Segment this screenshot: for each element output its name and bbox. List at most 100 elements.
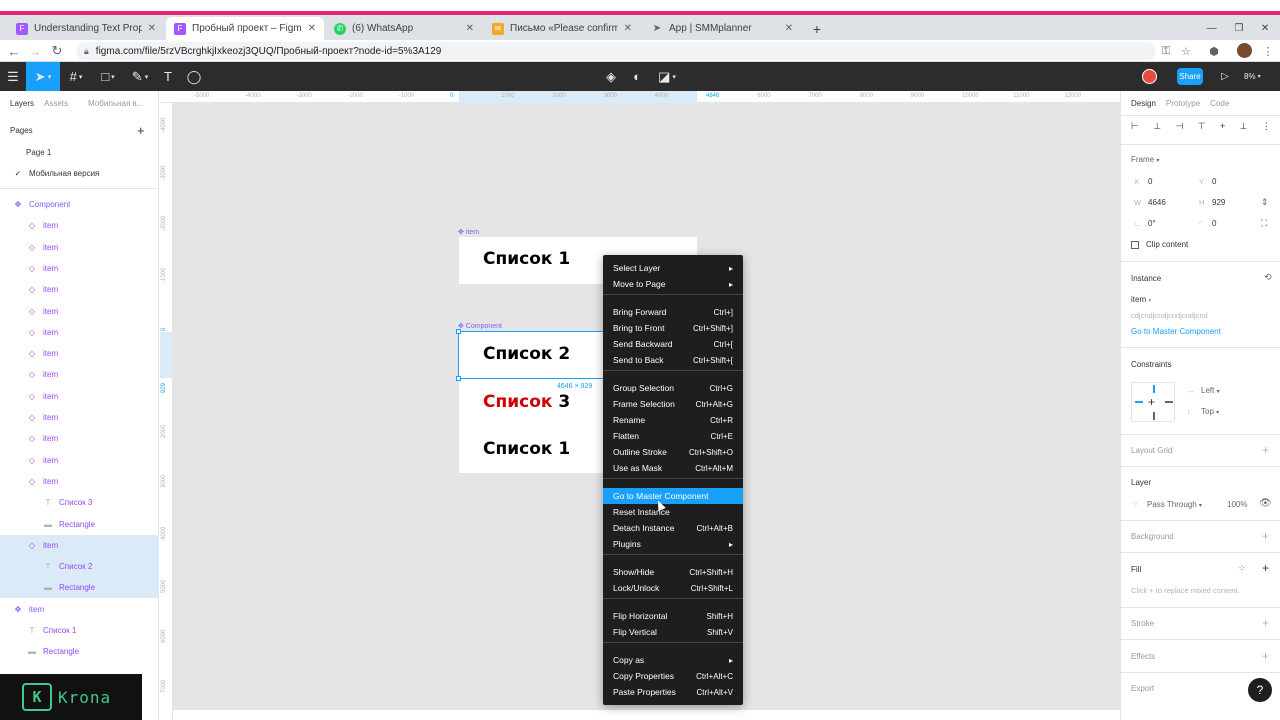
constraint-vertical-select[interactable]: Top ▾ (1201, 407, 1219, 416)
add-effect-button[interactable]: + (1262, 649, 1269, 663)
instance-select[interactable]: item ▾ (1131, 295, 1151, 304)
key-icon[interactable]: ⚿ (1158, 43, 1174, 59)
blend-mode-select[interactable]: Pass Through ▾ (1147, 500, 1202, 509)
browser-tab-mail[interactable]: ✉ Письмо «Please confirm your e ✕ (484, 17, 640, 40)
constraints-widget[interactable]: + (1131, 382, 1175, 422)
menu-item-send-to-back[interactable]: Send to Back Ctrl+Shift+[ (603, 352, 743, 368)
component-tool-icon[interactable]: ◈ (602, 62, 620, 91)
close-icon[interactable]: ✕ (466, 23, 474, 34)
frame-label[interactable]: Frame ▾ (1131, 155, 1159, 164)
align-top-icon[interactable]: ⊤ (1198, 121, 1206, 132)
frame-title-component[interactable]: ✥ Component (458, 322, 502, 330)
distribute-icon[interactable]: ⋮ (1262, 121, 1271, 132)
menu-item-use-as-mask[interactable]: Use as Mask Ctrl+Alt+M (603, 460, 743, 476)
layer-row[interactable]: ◇ item (0, 215, 159, 236)
close-icon[interactable]: ✕ (148, 23, 156, 34)
layer-row[interactable]: ◇ item (0, 322, 159, 343)
eye-icon[interactable]: 👁︎ (1259, 498, 1272, 509)
layer-row[interactable]: ◇ item (0, 407, 159, 428)
move-tool-icon[interactable]: ➤ ▾ (26, 62, 60, 91)
window-close-icon[interactable]: ✕ (1261, 23, 1269, 34)
menu-item-show-hide[interactable]: Show/Hide Ctrl+Shift+H (603, 564, 743, 580)
layer-row[interactable]: ◇ item (0, 534, 159, 556)
reset-instance-icon[interactable]: ⟲ (1264, 272, 1272, 283)
hamburger-menu-icon[interactable]: ☰ (0, 62, 26, 91)
add-background-button[interactable]: + (1262, 529, 1269, 543)
layer-row[interactable]: T Список 1 (0, 620, 159, 641)
rectangle-tool-icon[interactable]: □ ▾ (94, 62, 122, 91)
add-page-button[interactable]: + (137, 123, 145, 138)
close-icon[interactable]: ✕ (785, 23, 793, 34)
text-tool-icon[interactable]: T (158, 62, 178, 91)
add-fill-button[interactable]: + (1262, 561, 1269, 575)
constraint-bottom[interactable] (1153, 412, 1155, 420)
x-field[interactable]: 0 (1148, 177, 1152, 186)
layer-row[interactable]: ◇ item (0, 364, 159, 385)
tab-page-select[interactable]: Мобильная в... (88, 99, 143, 108)
menu-item-go-to-master-component[interactable]: Go to Master Component (603, 488, 743, 504)
layer-row[interactable]: ◇ item (0, 279, 159, 300)
layer-row[interactable]: ▬ Rectangle (0, 577, 159, 599)
new-tab-button[interactable]: + (806, 17, 828, 40)
back-arrow-icon[interactable]: ← (5, 42, 23, 60)
menu-item-flip-horizontal[interactable]: Flip Horizontal Shift+H (603, 608, 743, 624)
rotation-field[interactable]: 0° (1148, 219, 1156, 228)
menu-item-copy-as[interactable]: Copy as ▸ (603, 652, 743, 668)
maximize-icon[interactable]: ❐ (1234, 23, 1243, 34)
opacity-field[interactable]: 100% (1227, 500, 1247, 509)
forward-arrow-icon[interactable]: → (26, 42, 44, 60)
reload-icon[interactable]: ↻ (48, 42, 66, 60)
menu-item-reset-instance[interactable]: Reset Instance (603, 504, 743, 520)
constraint-left[interactable] (1135, 401, 1143, 403)
mask-tool-icon[interactable]: ◐ (628, 62, 646, 91)
comment-tool-icon[interactable]: ◯ (184, 62, 204, 91)
extension-icon[interactable]: ⬢ (1206, 43, 1222, 59)
menu-item-move-to-page[interactable]: Move to Page ▸ (603, 276, 743, 292)
align-bottom-icon[interactable]: ⊥ (1240, 121, 1248, 132)
menu-item-select-layer[interactable]: Select Layer ▸ (603, 260, 743, 276)
menu-item-flip-vertical[interactable]: Flip Vertical Shift+V (603, 624, 743, 640)
align-right-icon[interactable]: ⊣ (1176, 121, 1184, 132)
page-item-page1[interactable]: Page 1 (0, 142, 159, 163)
layer-row[interactable]: T Список 3 (0, 492, 159, 513)
layer-row[interactable]: ◇ item (0, 386, 159, 407)
add-stroke-button[interactable]: + (1262, 616, 1269, 630)
layer-row[interactable]: ◇ item (0, 301, 159, 322)
layer-row[interactable]: T Список 2 (0, 556, 159, 578)
menu-item-copy-properties[interactable]: Copy Properties Ctrl+Alt+C (603, 668, 743, 684)
style-grid-icon[interactable]: ⁘ (1238, 563, 1246, 574)
browser-tab-whatsapp[interactable]: ✆ (6) WhatsApp ✕ (326, 17, 482, 40)
frame-title-item[interactable]: ✥ item (458, 228, 479, 236)
constrain-proportions-icon[interactable]: ⇕ (1261, 197, 1269, 208)
add-layout-grid-button[interactable]: + (1262, 443, 1269, 457)
w-field[interactable]: 4646 (1148, 198, 1166, 207)
layer-row[interactable]: ◇ item (0, 471, 159, 492)
tab-layers[interactable]: Layers (10, 99, 34, 108)
menu-item-detach-instance[interactable]: Detach Instance Ctrl+Alt+B (603, 520, 743, 536)
pen-tool-icon[interactable]: ✎ ▾ (126, 62, 154, 91)
browser-profile-avatar[interactable] (1237, 43, 1252, 58)
layer-row[interactable]: ◇ item (0, 258, 159, 279)
user-avatar[interactable] (1142, 69, 1157, 84)
align-vcenter-icon[interactable]: + (1220, 121, 1225, 132)
frame-tool-icon[interactable]: # ▾ (62, 62, 90, 91)
browser-tab-figma[interactable]: F Пробный проект – Figma ✕ (166, 17, 324, 40)
layer-row[interactable]: ◇ item (0, 237, 159, 258)
star-icon[interactable]: ☆ (1178, 43, 1194, 59)
browser-tab-understanding[interactable]: F Understanding Text Properties – F ✕ (8, 17, 164, 40)
zoom-level[interactable]: 8% ▾ (1244, 62, 1261, 91)
clip-content-checkbox[interactable]: Clip content (1131, 240, 1188, 249)
list-text-3[interactable]: Список 3 (483, 392, 570, 412)
menu-item-plugins[interactable]: Plugins ▸ (603, 536, 743, 552)
independent-corners-icon[interactable]: ⛶ (1261, 218, 1267, 229)
layer-row[interactable]: ◇ item (0, 428, 159, 449)
menu-item-group-selection[interactable]: Group Selection Ctrl+G (603, 380, 743, 396)
resize-handle[interactable] (456, 329, 461, 334)
menu-item-flatten[interactable]: Flatten Ctrl+E (603, 428, 743, 444)
help-button[interactable]: ? (1248, 678, 1272, 702)
tab-code[interactable]: Code (1210, 99, 1229, 108)
constraint-horizontal-select[interactable]: Left ▾ (1201, 386, 1220, 395)
layer-row[interactable]: ▬ Rectangle (0, 641, 159, 662)
tab-assets[interactable]: Assets (44, 99, 68, 108)
radius-field[interactable]: 0 (1212, 219, 1216, 228)
